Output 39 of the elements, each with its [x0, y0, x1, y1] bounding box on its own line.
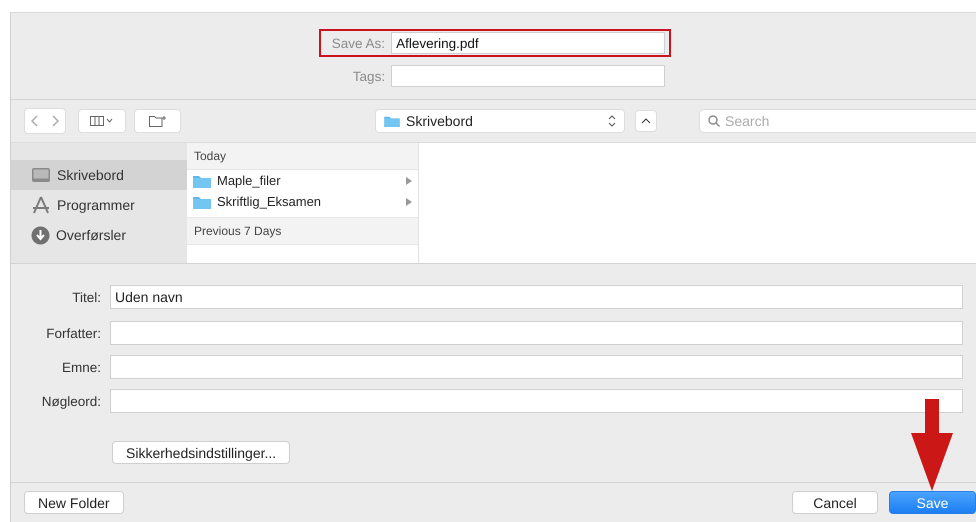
text-field[interactable] — [110, 389, 963, 413]
field-label: Nøgleord: — [40, 394, 101, 408]
sidebar-item[interactable]: Programmer — [11, 190, 187, 220]
new-folder-button[interactable] — [134, 109, 181, 133]
search-icon — [708, 115, 720, 127]
filename-field[interactable]: Aflevering.pdf — [391, 32, 665, 54]
dialog-button[interactable]: Cancel — [792, 491, 878, 514]
sidebar-item[interactable]: Skrivebord — [11, 160, 187, 190]
field-label: Titel: — [71, 290, 101, 304]
folder-plus-icon — [149, 115, 166, 127]
text-field[interactable]: Uden navn — [110, 285, 963, 309]
field-label: Tags: — [352, 68, 386, 84]
caret-icon — [641, 118, 651, 124]
folder-icon — [193, 194, 211, 208]
sidebar-item[interactable]: Overførsler — [11, 220, 187, 250]
columns-icon — [90, 116, 114, 126]
up-button[interactable] — [635, 110, 657, 132]
text-field[interactable] — [110, 321, 963, 345]
group-header: Today — [187, 143, 418, 170]
chevron-icon — [406, 176, 412, 184]
field-label: Emne: — [60, 360, 101, 374]
download-icon — [31, 226, 50, 244]
security-settings-button[interactable]: Sikkerhedsindstillinger... — [112, 441, 290, 464]
folder-icon — [384, 115, 400, 127]
field-label: Forfatter: — [45, 326, 101, 340]
file-list-item[interactable]: Maple_filer — [187, 170, 418, 191]
updown-icon — [608, 115, 616, 127]
location-popup[interactable]: Skrivebord — [375, 109, 625, 133]
view-button[interactable] — [78, 109, 126, 133]
folder-icon — [193, 174, 211, 188]
compass-icon — [31, 196, 51, 214]
text-field[interactable] — [110, 355, 963, 379]
desktop-icon — [31, 167, 51, 183]
field-label: Save As: — [330, 36, 386, 50]
dialog-button[interactable]: New Folder — [24, 491, 124, 514]
file-list-item[interactable]: Skriftlig_Eksamen — [187, 191, 418, 212]
chevron-icon — [406, 198, 412, 206]
group-header: Previous 7 Days — [187, 217, 418, 245]
tags-field[interactable] — [391, 65, 665, 87]
